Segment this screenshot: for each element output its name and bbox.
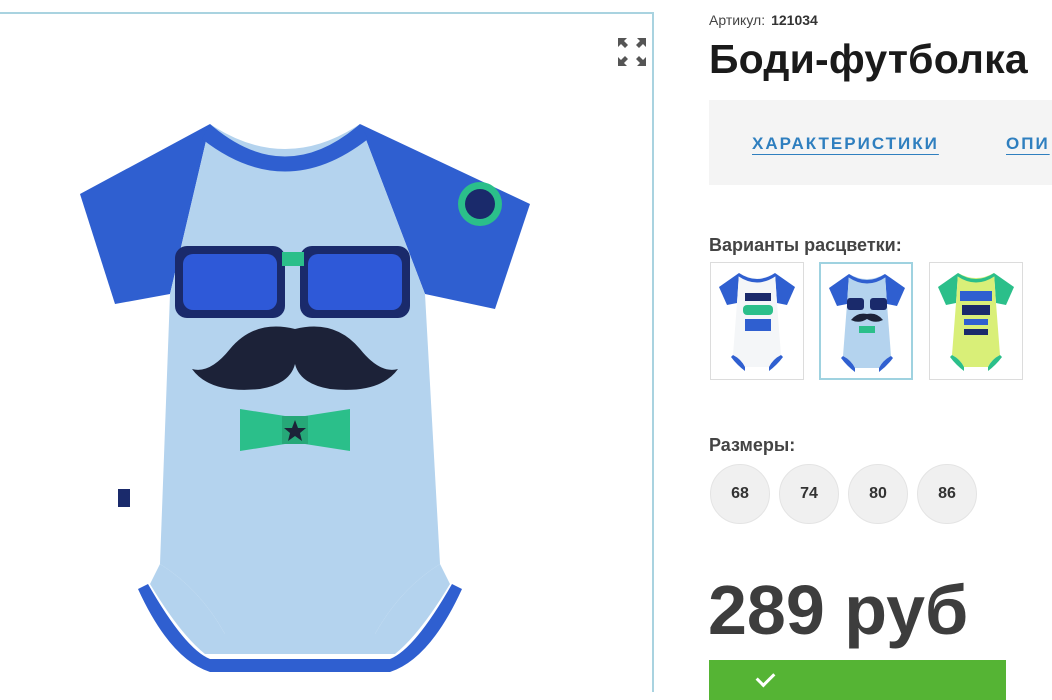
article-label: Артикул:	[709, 12, 766, 28]
color-variant-nerd-yellow[interactable]	[929, 262, 1023, 380]
size-option-68[interactable]: 68	[710, 464, 770, 524]
tab-characteristics[interactable]: ХАРАКТЕРИСТИКИ	[752, 134, 939, 154]
product-gallery	[0, 12, 654, 692]
color-variant-nerd-white[interactable]	[710, 262, 804, 380]
colors-label: Варианты расцветки:	[709, 235, 902, 255]
product-image	[80, 124, 530, 672]
size-option-80[interactable]: 80	[848, 464, 908, 524]
article-number: 121034	[771, 12, 818, 28]
fullscreen-icon[interactable]	[616, 36, 648, 68]
product-price: 289 руб	[708, 571, 969, 649]
add-to-cart-button[interactable]	[709, 660, 1006, 700]
color-variant-glasses-blue[interactable]	[819, 262, 913, 380]
product-tabs: ХАРАКТЕРИСТИКИ ОПИ	[709, 100, 1052, 185]
tab-description[interactable]: ОПИ	[1006, 134, 1050, 154]
checkmark-icon	[755, 667, 776, 688]
size-option-74[interactable]: 74	[779, 464, 839, 524]
sizes-label: Размеры:	[709, 435, 796, 455]
article-row: Артикул: 121034	[709, 12, 818, 28]
product-title: Боди-футболка	[709, 36, 1028, 82]
size-option-86[interactable]: 86	[917, 464, 977, 524]
